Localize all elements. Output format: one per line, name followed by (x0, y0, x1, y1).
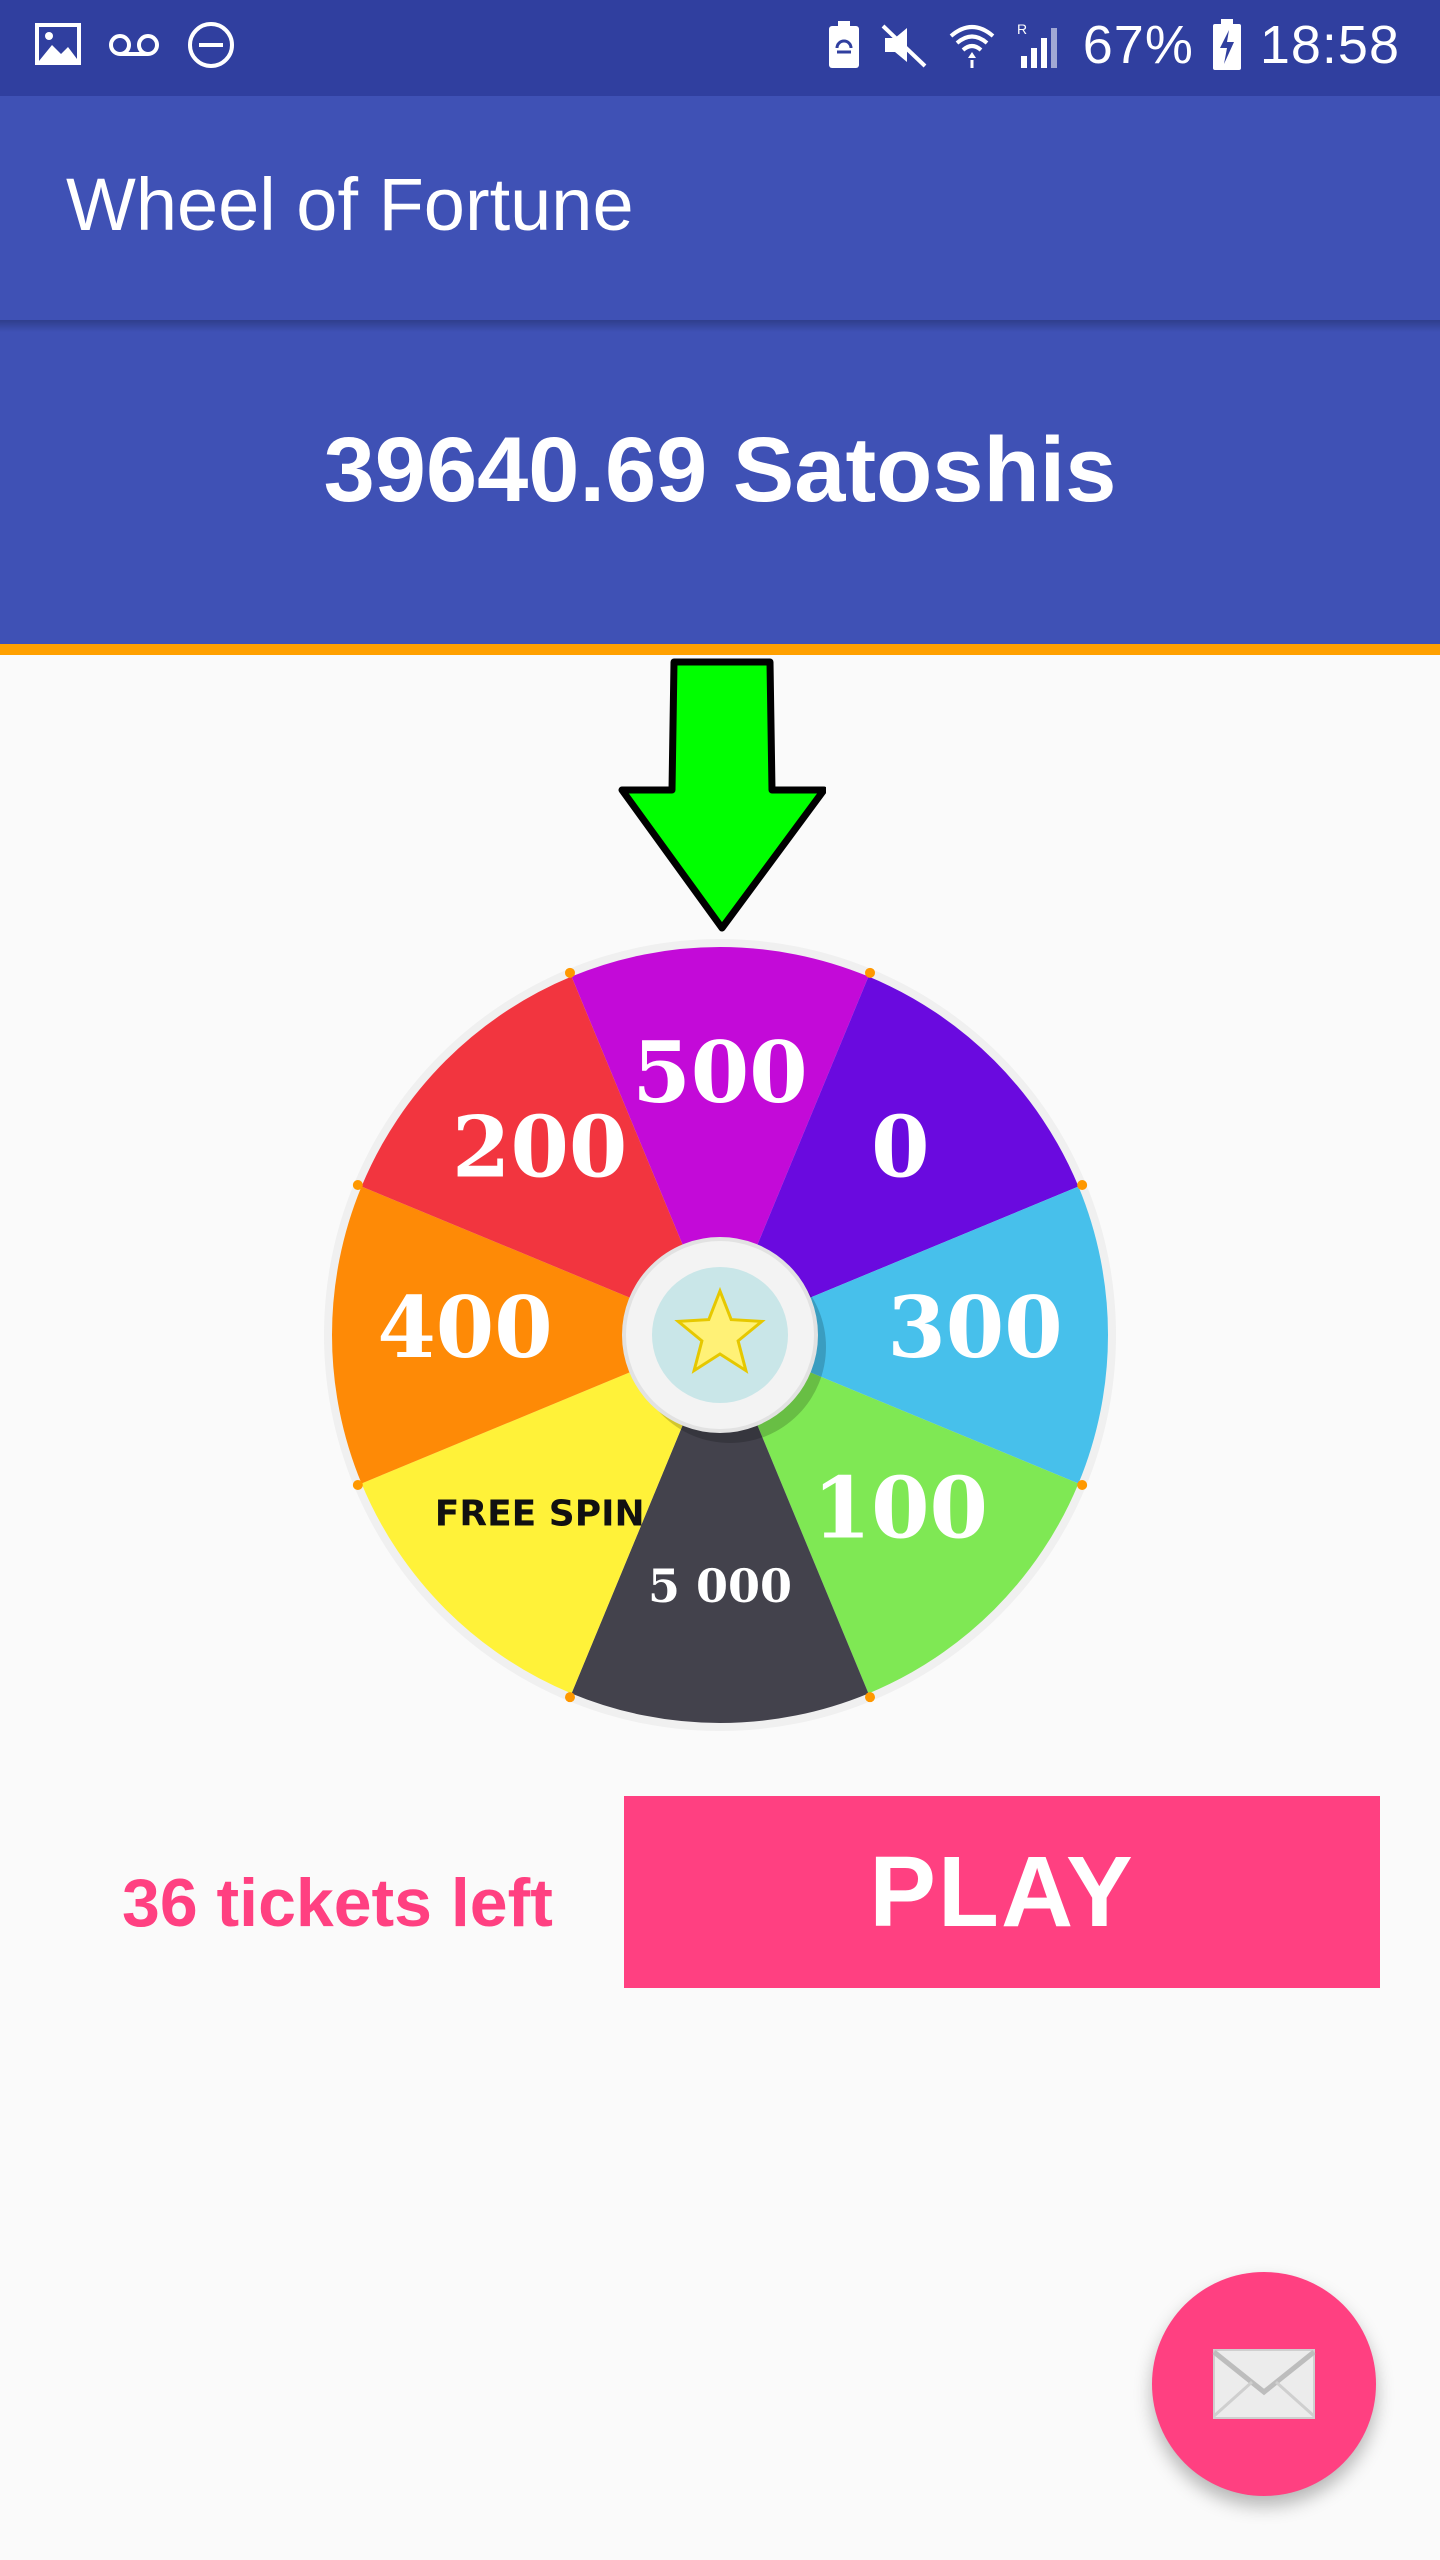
wheel-divider-dot (352, 1179, 363, 1190)
wheel-divider-dot (352, 1480, 363, 1491)
wheel-segment-label: 200 (452, 1098, 627, 1197)
accent-divider (0, 644, 1440, 655)
wheel-divider-dot (1077, 1480, 1088, 1491)
app-bar-shadow (0, 320, 1440, 332)
wheel-segment-label: 100 (813, 1458, 988, 1557)
wheel-segment-label: 500 (632, 1023, 807, 1122)
image-icon (34, 21, 82, 69)
status-left-icons (34, 20, 236, 70)
mail-fab-button[interactable] (1152, 2272, 1376, 2496)
balance-amount: 39640.69 Satoshis (323, 419, 1117, 521)
signal-icon: R (1015, 20, 1065, 70)
balance-panel: 39640.69 Satoshis (0, 320, 1440, 644)
tickets-left-label: 36 tickets left (122, 1865, 553, 1941)
wheel-segment-label: 0 (871, 1098, 929, 1197)
wheel-segment-label: 5 000 (648, 1559, 792, 1613)
voicemail-icon (108, 30, 160, 60)
wheel-segment-label: 400 (377, 1278, 552, 1377)
do-not-disturb-icon (186, 20, 236, 70)
svg-text:R: R (1017, 21, 1027, 37)
battery-charging-icon (1212, 18, 1242, 72)
play-button[interactable]: PLAY (624, 1796, 1380, 1988)
app-title: Wheel of Fortune (66, 163, 634, 246)
wheel-divider-dot (865, 1692, 876, 1703)
wheel-divider-dot (564, 967, 575, 978)
wheel-divider-dot (1077, 1179, 1088, 1190)
clock: 18:58 (1259, 15, 1400, 75)
pointer-arrow-icon (618, 658, 826, 932)
wheel-divider-dot (564, 1692, 575, 1703)
battery-percent: 67% (1082, 15, 1194, 75)
app-bar: Wheel of Fortune (0, 96, 1440, 320)
wheel-segment-label: 300 (887, 1278, 1062, 1377)
wheel-divider-dot (865, 967, 876, 978)
battery-saver-icon (827, 20, 861, 70)
fortune-wheel[interactable]: 500 0 300 100 5 000FREE SPIN 400 200 (320, 935, 1120, 1735)
wifi-icon (947, 20, 997, 70)
status-right-icons: R 67% 18:58 (827, 14, 1400, 76)
mute-icon (879, 20, 929, 70)
wheel-segment-label: FREE SPIN (435, 1493, 645, 1534)
status-bar: R 67% 18:58 (0, 0, 1440, 96)
mail-icon (1212, 2349, 1316, 2419)
